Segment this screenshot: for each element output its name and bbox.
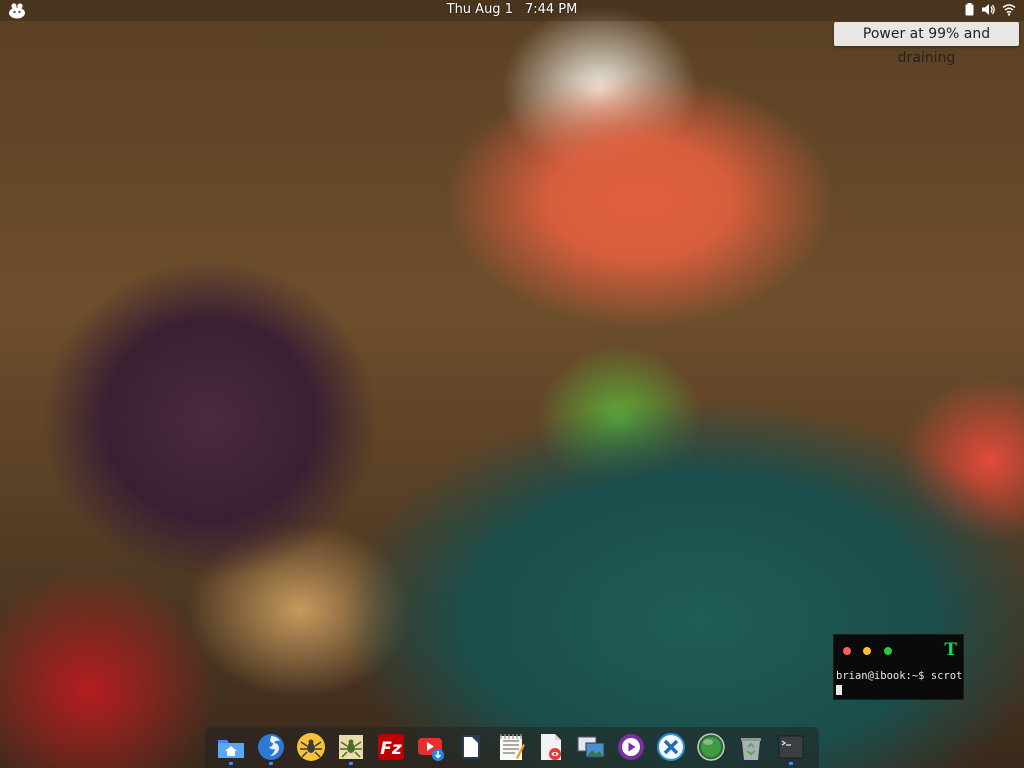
running-indicator — [789, 762, 793, 765]
spider-game-icon-2[interactable] — [336, 732, 366, 765]
battery-icon[interactable] — [965, 1, 974, 20]
text-editor-icon[interactable] — [496, 732, 526, 762]
clock-time: 7:44 PM — [524, 2, 578, 17]
remote-desktop-icon[interactable] — [656, 732, 686, 762]
image-viewer-icon[interactable] — [576, 732, 606, 762]
running-indicator — [349, 762, 353, 765]
clock-date: Thu Aug 1 — [446, 2, 513, 17]
trash-icon[interactable] — [736, 732, 766, 762]
dock: Fz — [205, 727, 819, 768]
maximize-button[interactable] — [884, 647, 892, 655]
terminal-cursor — [836, 685, 842, 695]
terminal-window[interactable]: T brian@ibook:~$ scrot — [833, 634, 964, 700]
system-tray — [965, 3, 1016, 18]
top-panel: Thu Aug 1 7:44 PM — [0, 0, 1024, 21]
wifi-icon[interactable] — [1002, 1, 1016, 20]
terminal-logo-icon: T — [944, 640, 957, 660]
terminal-command-line[interactable]: brian@ibook:~$ scrot — [836, 670, 962, 682]
home-folder-icon[interactable] — [216, 732, 246, 765]
svg-text:Fz: Fz — [380, 739, 402, 759]
filezilla-icon[interactable]: Fz — [376, 732, 406, 762]
close-button[interactable] — [843, 647, 851, 655]
volume-icon[interactable] — [981, 1, 995, 20]
power-tooltip: Power at 99% and draining — [834, 22, 1019, 66]
spider-game-icon[interactable] — [296, 732, 326, 762]
video-downloader-icon[interactable] — [416, 732, 446, 762]
minimize-button[interactable] — [863, 647, 871, 655]
clock[interactable]: Thu Aug 1 7:44 PM — [0, 1, 1024, 19]
running-indicator — [269, 762, 273, 765]
running-indicator — [229, 762, 233, 765]
terminal-icon[interactable] — [776, 732, 806, 765]
browser-icon[interactable] — [256, 732, 286, 765]
document-viewer-icon[interactable] — [456, 732, 486, 762]
media-player-icon[interactable] — [616, 732, 646, 762]
document-viewer-icon-2[interactable] — [536, 732, 566, 762]
green-orb-icon[interactable] — [696, 732, 726, 762]
